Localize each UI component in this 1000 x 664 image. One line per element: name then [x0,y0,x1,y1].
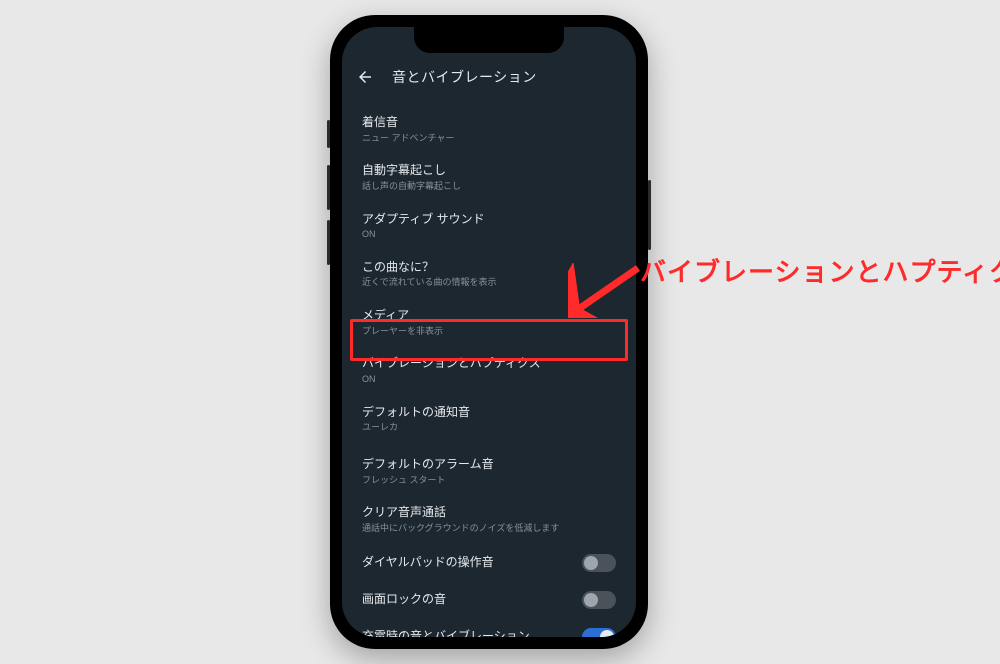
row-subtitle: 話し声の自動字幕起こし [362,181,616,193]
row-title: バイブレーションとハプティクス [362,356,616,372]
row-subtitle: フレッシュ スタート [362,475,616,487]
row-dialpad-tones[interactable]: ダイヤルパッドの操作音 [342,544,636,581]
row-subtitle: 通話中にバックグラウンドのノイズを低減します [362,523,616,535]
phone-frame: 音とバイブレーション 着信音 ニュー アドベンチャー 自動字幕起こし 話し声の自… [330,15,648,649]
row-default-notification[interactable]: デフォルトの通知音 ユーレカ [342,395,636,443]
row-title: デフォルトの通知音 [362,405,616,421]
annotation-arrow-icon [568,263,643,318]
row-title: 画面ロックの音 [362,592,582,608]
row-title: デフォルトのアラーム音 [362,457,616,473]
row-subtitle: ON [362,229,616,241]
row-title: 自動字幕起こし [362,163,616,179]
phone-volume-up [327,165,330,210]
page-title: 音とバイブレーション [392,67,537,87]
back-button[interactable] [356,68,374,86]
row-title: 充電時の音とバイブレーション [362,629,582,637]
arrow-left-icon [356,68,374,86]
toggle-charging-sound[interactable] [582,628,616,637]
row-title: クリア音声通話 [362,505,616,521]
row-subtitle: ニュー アドベンチャー [362,133,616,145]
toggle-screen-lock-sound[interactable] [582,591,616,609]
row-vibration-haptics[interactable]: バイブレーションとハプティクス ON [342,346,636,394]
row-adaptive-sound[interactable]: アダプティブ サウンド ON [342,202,636,250]
row-default-alarm[interactable]: デフォルトのアラーム音 フレッシュ スタート [342,447,636,495]
phone-screen: 音とバイブレーション 着信音 ニュー アドベンチャー 自動字幕起こし 話し声の自… [342,27,636,637]
phone-mute-switch [327,120,330,148]
row-subtitle: ユーレカ [362,422,616,434]
row-ringtone[interactable]: 着信音 ニュー アドベンチャー [342,105,636,153]
phone-volume-down [327,220,330,265]
row-subtitle: ON [362,374,616,386]
row-title: アダプティブ サウンド [362,212,616,228]
annotation-label: バイブレーションとハプティクス [640,252,1000,289]
settings-header: 音とバイブレーション [342,57,636,97]
phone-power-button [648,180,651,250]
row-title: 着信音 [362,115,616,131]
settings-list: 着信音 ニュー アドベンチャー 自動字幕起こし 話し声の自動字幕起こし アダプテ… [342,105,636,637]
phone-notch [414,27,564,53]
row-clear-calling[interactable]: クリア音声通話 通話中にバックグラウンドのノイズを低減します [342,495,636,543]
row-screen-lock-sound[interactable]: 画面ロックの音 [342,581,636,618]
row-subtitle: プレーヤーを非表示 [362,326,616,338]
row-live-caption[interactable]: 自動字幕起こし 話し声の自動字幕起こし [342,153,636,201]
toggle-dialpad-tones[interactable] [582,554,616,572]
row-title: ダイヤルパッドの操作音 [362,555,582,571]
row-charging-sound[interactable]: 充電時の音とバイブレーション [342,618,636,637]
